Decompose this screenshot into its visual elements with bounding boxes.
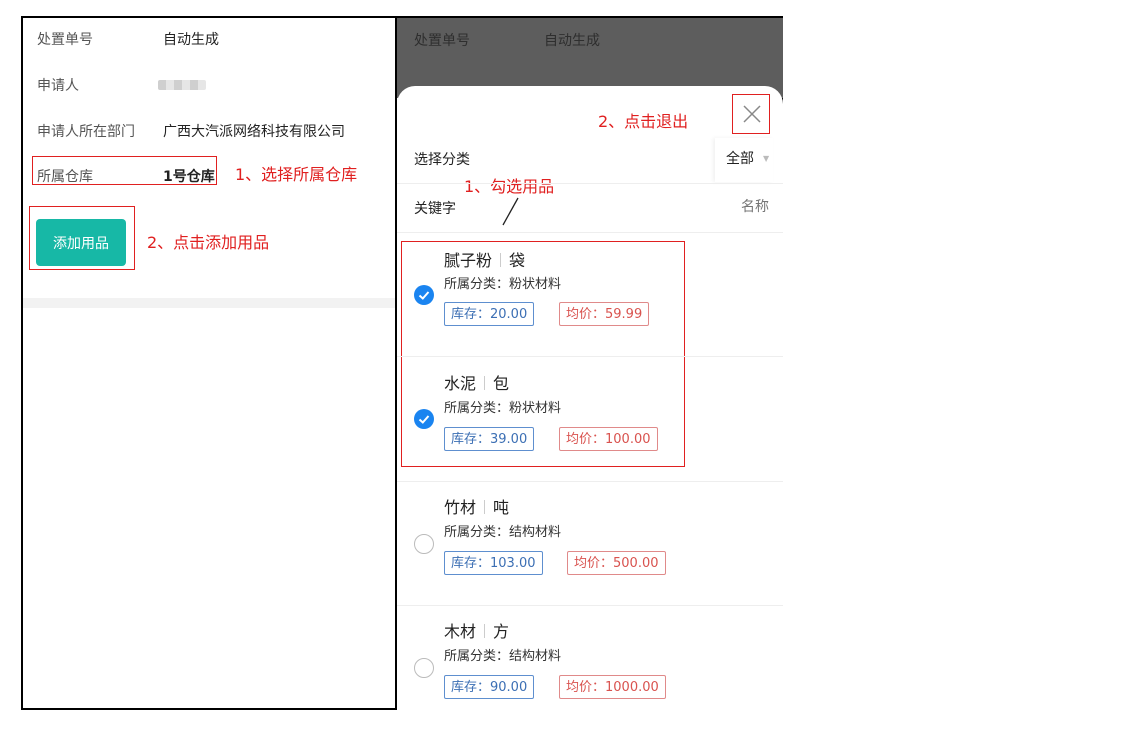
stock-tag: 库存：39.00 xyxy=(444,427,535,451)
keyword-search-input[interactable] xyxy=(597,192,771,222)
annotation-select-items: 1、勾选用品 xyxy=(464,177,555,196)
checked-icon[interactable] xyxy=(414,285,434,305)
item-title: 木材方 xyxy=(444,618,509,642)
item-unit: 吨 xyxy=(493,498,510,517)
row-value-department: 广西大汽派网络科技有限公司 xyxy=(163,124,345,140)
list-item[interactable]: 腻子粉袋 所属分类：粉状材料 库存：20.00 均价：59.99 xyxy=(397,233,783,356)
close-icon[interactable] xyxy=(740,102,764,126)
item-name: 木材 xyxy=(444,622,477,641)
keyword-label: 关键字 xyxy=(414,201,456,217)
row-label-department: 申请人所在部门 xyxy=(37,124,135,140)
item-category: 所属分类：结构材料 xyxy=(444,649,562,664)
item-title: 竹材吨 xyxy=(444,494,509,518)
row-label-warehouse[interactable]: 所属仓库 xyxy=(37,166,93,186)
warehouse-select[interactable]: 1号仓库 xyxy=(163,166,215,186)
row-label-applicant: 申请人 xyxy=(37,78,79,94)
applicant-name-blurred xyxy=(158,80,206,90)
annotation-pointer-line xyxy=(500,196,520,232)
stock-tag: 库存：20.00 xyxy=(444,302,535,326)
annotation-add-item: 2、点击添加用品 xyxy=(147,233,270,252)
item-title: 水泥包 xyxy=(444,370,509,394)
item-title: 腻子粉袋 xyxy=(444,247,525,271)
item-category: 所属分类：结构材料 xyxy=(444,525,562,540)
item-name: 腻子粉 xyxy=(444,251,493,270)
title-divider xyxy=(484,500,486,514)
row-label-disposal-no: 处置单号 xyxy=(37,32,93,48)
list-item[interactable]: 水泥包 所属分类：粉状材料 库存：39.00 均价：100.00 xyxy=(397,357,783,481)
price-tag: 均价：59.99 xyxy=(559,302,650,326)
title-divider xyxy=(484,624,486,638)
item-name: 水泥 xyxy=(444,374,477,393)
category-label: 选择分类 xyxy=(414,152,470,168)
item-category: 所属分类：粉状材料 xyxy=(444,401,562,416)
price-tag: 均价：1000.00 xyxy=(559,675,666,699)
bg-row-label: 处置单号 xyxy=(414,33,470,49)
row-separator xyxy=(397,183,783,184)
add-item-button[interactable]: 添加用品 xyxy=(36,219,126,266)
title-divider xyxy=(484,376,486,390)
item-picker-sheet: 2、点击退出 选择分类 全部 ▼ 1、勾选用品 关键字 腻子粉袋 所属分类：粉状… xyxy=(397,86,783,710)
annotation-exit: 2、点击退出 xyxy=(598,112,689,131)
stock-tag: 库存：90.00 xyxy=(444,675,535,699)
category-value: 全部 xyxy=(726,151,754,167)
bg-row-value: 自动生成 xyxy=(544,33,600,49)
checked-icon[interactable] xyxy=(414,409,434,429)
price-tag: 均价：100.00 xyxy=(559,427,658,451)
price-tag: 均价：500.00 xyxy=(567,551,666,575)
left-panel: 处置单号 自动生成 申请人 申请人所在部门 广西大汽派网络科技有限公司 所属仓库… xyxy=(23,18,395,708)
stock-tag: 库存：103.00 xyxy=(444,551,543,575)
list-item[interactable]: 木材方 所属分类：结构材料 库存：90.00 均价：1000.00 xyxy=(397,606,783,710)
item-unit: 方 xyxy=(493,622,510,641)
list-item[interactable]: 竹材吨 所属分类：结构材料 库存：103.00 均价：500.00 xyxy=(397,482,783,605)
unchecked-icon[interactable] xyxy=(414,534,434,554)
item-category: 所属分类：粉状材料 xyxy=(444,277,562,292)
title-divider xyxy=(500,253,502,267)
left-section-separator xyxy=(23,298,395,308)
chevron-down-icon: ▼ xyxy=(763,154,770,163)
item-name: 竹材 xyxy=(444,498,477,517)
annotation-select-warehouse: 1、选择所属仓库 xyxy=(235,165,358,184)
unchecked-icon[interactable] xyxy=(414,658,434,678)
row-value-disposal-no: 自动生成 xyxy=(163,32,219,48)
item-unit: 袋 xyxy=(509,251,526,270)
item-unit: 包 xyxy=(493,374,510,393)
category-select[interactable]: 全部 ▼ xyxy=(715,138,773,182)
